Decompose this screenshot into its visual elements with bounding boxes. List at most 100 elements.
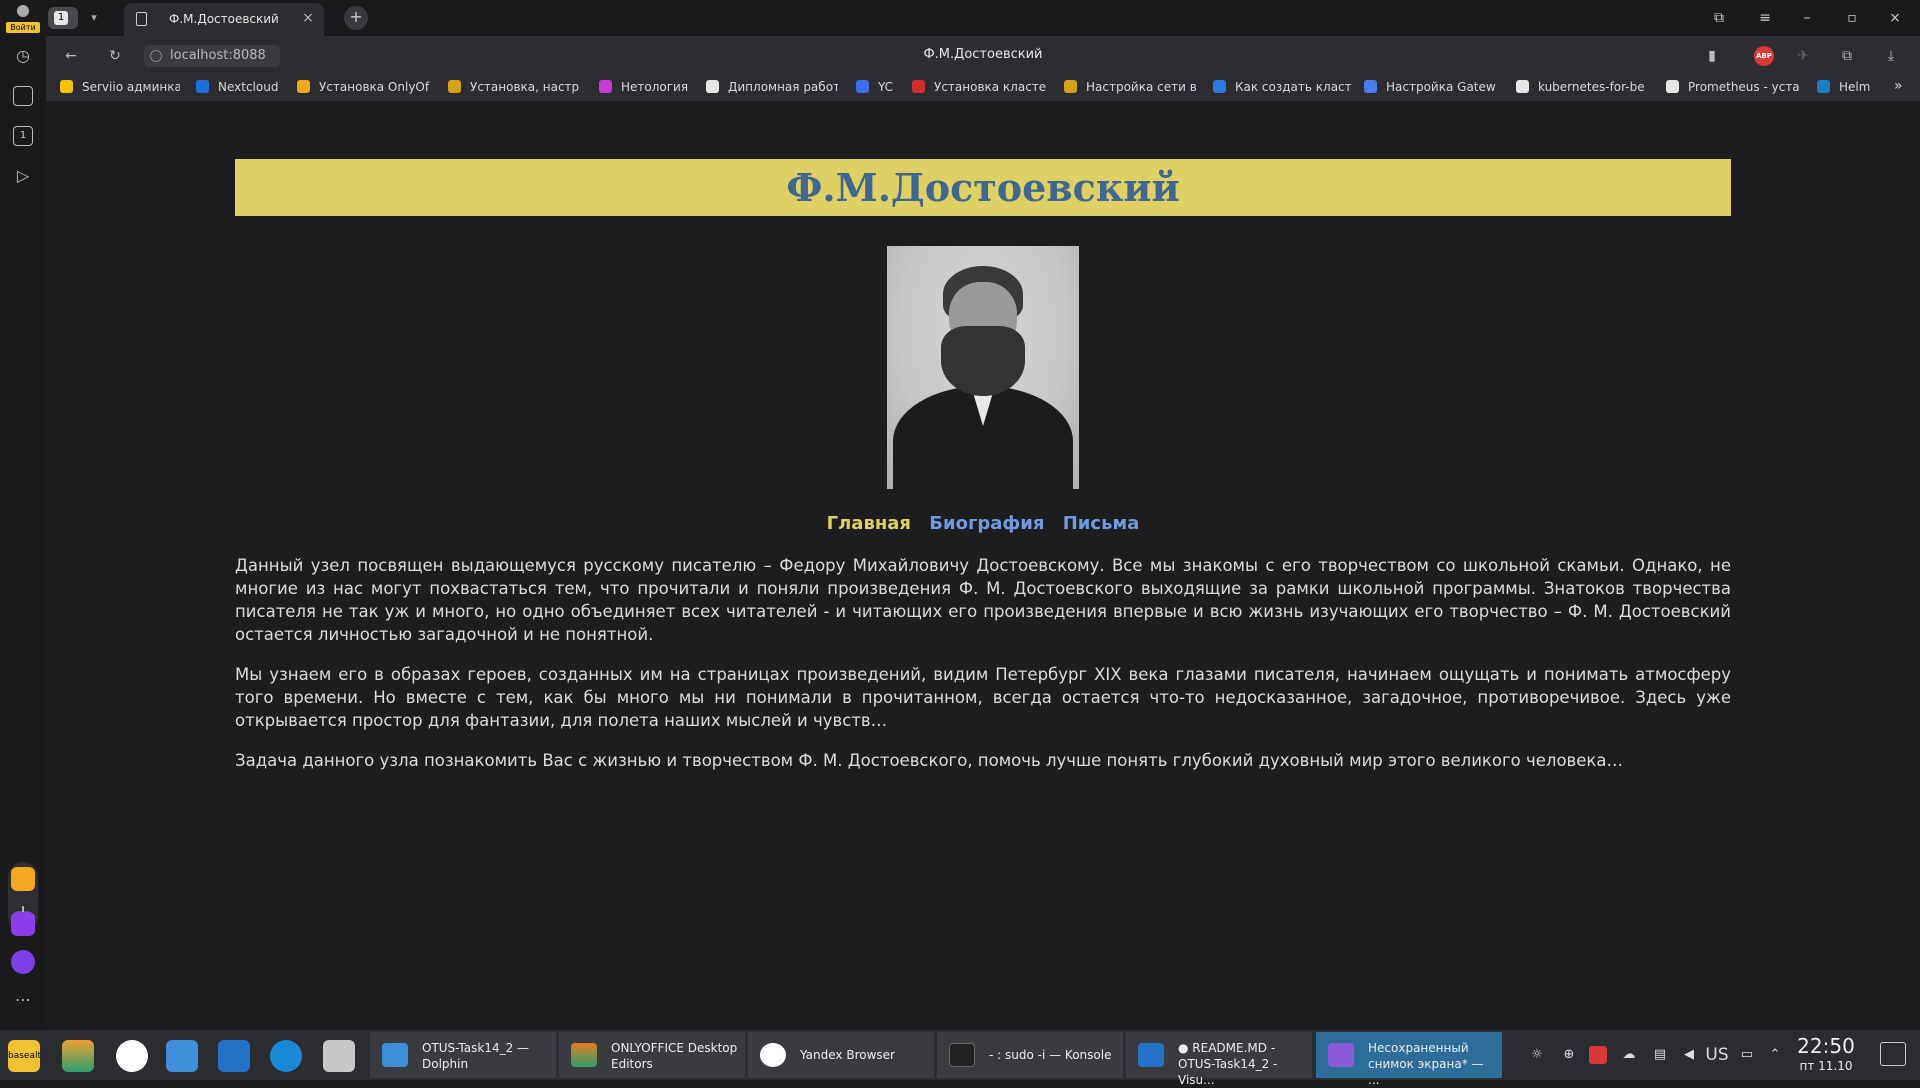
bookmark-item[interactable]: Настройка Gatew bbox=[1364, 80, 1502, 98]
cloud-icon[interactable]: ☁ bbox=[1620, 1046, 1638, 1064]
bookmark-item[interactable]: Нетология bbox=[599, 80, 709, 98]
tab-active[interactable]: Ф.М.Достоевский × bbox=[124, 3, 324, 36]
bookmark-favicon bbox=[1213, 80, 1226, 93]
login-label: Войти bbox=[6, 22, 40, 33]
bookmark-item[interactable]: Helm bbox=[1817, 80, 1887, 98]
address-bar: ← ↻ localhost:8088 Ф.М.Достоевский ▮ ABP… bbox=[46, 36, 1920, 76]
download-icon[interactable]: ⤓ bbox=[1880, 45, 1902, 67]
bookmark-label: Установка класте bbox=[934, 80, 1047, 94]
bookmark-label: Prometheus - уста bbox=[1688, 80, 1800, 94]
vscode-icon bbox=[1138, 1043, 1164, 1067]
bookmark-label: kubernetes-for-be bbox=[1538, 80, 1645, 94]
bookmark-item[interactable]: Установка класте bbox=[912, 80, 1050, 98]
task-onlyoffice[interactable]: ONLYOFFICE Desktop Editors bbox=[559, 1032, 745, 1078]
file-manager-launcher-icon[interactable] bbox=[166, 1040, 198, 1072]
close-window-icon[interactable]: × bbox=[1885, 8, 1905, 28]
bookmarks-overflow-icon[interactable]: » bbox=[1894, 78, 1914, 96]
bookmark-icon[interactable]: ▮ bbox=[1701, 45, 1723, 67]
bookmark-item[interactable]: Установка, настр bbox=[448, 80, 588, 98]
bookmark-label: Установка, настр bbox=[470, 80, 580, 94]
article-paragraph: Данный узел посвящен выдающемуся русском… bbox=[235, 556, 1731, 644]
author-portrait bbox=[887, 246, 1079, 489]
collections-icon[interactable]: ⧉ bbox=[1709, 8, 1729, 28]
nav-link-letters[interactable]: Письма bbox=[1063, 513, 1140, 534]
site-nav: Главная Биография Письма bbox=[46, 513, 1920, 534]
task-label: Несохраненный снимок экрана* — ... bbox=[1368, 1041, 1484, 1087]
mail-icon[interactable] bbox=[11, 867, 35, 891]
volume-icon[interactable]: ◀ bbox=[1680, 1046, 1698, 1064]
bookmark-label: Установка OnlyOf bbox=[319, 80, 430, 94]
alice-icon[interactable] bbox=[11, 950, 35, 974]
bookmark-favicon bbox=[1817, 80, 1830, 93]
messenger-icon[interactable] bbox=[11, 912, 35, 936]
login-button[interactable]: Войти bbox=[6, 3, 40, 33]
document-icon bbox=[136, 12, 147, 26]
page-content: Ф.М.Достоевский Главная Биография Письма… bbox=[46, 102, 1920, 1030]
bookmark-item[interactable]: Prometheus - уста bbox=[1666, 80, 1810, 98]
taskbar: basealt OTUS-Task14_2 — Dolphin ONLYOFFIC… bbox=[0, 1030, 1920, 1087]
close-tab-icon[interactable]: × bbox=[299, 9, 317, 27]
bookmark-favicon bbox=[1364, 80, 1377, 93]
vscode-launcher-icon[interactable] bbox=[218, 1040, 250, 1072]
page-heading: Ф.М.Достоевский bbox=[786, 165, 1180, 210]
browser-sidebar: ◷ 1 ▷ + ⋯ bbox=[0, 36, 46, 1030]
clipboard-icon[interactable]: ▤ bbox=[1651, 1046, 1669, 1064]
bookmark-item[interactable]: Как создать класт bbox=[1213, 80, 1360, 98]
task-konsole[interactable]: - : sudo -i — Konsole bbox=[937, 1032, 1123, 1078]
history-icon[interactable]: ◷ bbox=[11, 44, 35, 68]
bookmark-item[interactable]: Установка OnlyOf bbox=[297, 80, 431, 98]
bookmark-item[interactable]: Настройка сети в bbox=[1064, 80, 1208, 98]
more-icon[interactable]: ⋯ bbox=[11, 988, 35, 1012]
task-screenshot[interactable]: Несохраненный снимок экрана* — ... bbox=[1316, 1032, 1502, 1087]
bookmark-favicon bbox=[856, 80, 869, 93]
clock[interactable]: 22:50 пт 11.10 bbox=[1796, 1034, 1856, 1074]
display-icon[interactable]: ▭ bbox=[1738, 1046, 1756, 1064]
terminal-icon bbox=[949, 1043, 975, 1067]
new-tab-button[interactable]: + bbox=[344, 6, 368, 30]
bookmarks-panel-icon[interactable] bbox=[13, 86, 33, 106]
bookmark-item[interactable]: Serviio админка bbox=[60, 80, 180, 98]
nav-link-home[interactable]: Главная bbox=[827, 513, 911, 534]
bookmark-label: Настройка сети в bbox=[1086, 80, 1197, 94]
bookmark-item[interactable]: kubernetes-for-be bbox=[1516, 80, 1660, 98]
app-launcher-icon[interactable] bbox=[270, 1040, 302, 1072]
extensions-icon[interactable]: ⧉ bbox=[1836, 45, 1858, 67]
notifications-icon[interactable]: ☼ bbox=[1528, 1046, 1546, 1064]
show-desktop-icon[interactable] bbox=[1880, 1042, 1906, 1066]
extension-icon[interactable]: ✈ bbox=[1792, 45, 1814, 67]
update-icon[interactable]: ⊕ bbox=[1560, 1046, 1578, 1064]
bookmark-item[interactable]: Дипломная работ bbox=[706, 80, 838, 98]
browser-menu-icon[interactable]: ≡ bbox=[1755, 8, 1775, 28]
bookmark-label: Настройка Gatew bbox=[1386, 80, 1496, 94]
stacks-launcher-icon[interactable] bbox=[62, 1040, 94, 1072]
bookmark-label: Как создать класт bbox=[1235, 80, 1352, 94]
anydesk-icon[interactable] bbox=[1589, 1046, 1607, 1064]
bookmark-item[interactable]: Nextcloud bbox=[196, 80, 291, 98]
bookmark-item[interactable]: YC bbox=[856, 80, 906, 98]
bookmark-label: Нетология bbox=[621, 80, 689, 94]
yandex-launcher-icon[interactable] bbox=[116, 1040, 148, 1072]
bookmark-label: Дипломная работ bbox=[728, 80, 838, 94]
adblock-icon[interactable]: ABP bbox=[1754, 46, 1774, 66]
media-play-icon[interactable]: ▷ bbox=[11, 164, 35, 188]
tab-count: 1 bbox=[54, 11, 68, 25]
clock-time: 22:50 bbox=[1797, 1034, 1855, 1058]
clipboard-launcher-icon[interactable] bbox=[323, 1040, 355, 1072]
nav-link-biography[interactable]: Биография bbox=[929, 513, 1044, 534]
tab-menu-chevron-icon[interactable]: ▾ bbox=[84, 8, 104, 28]
task-vscode[interactable]: ● README.MD - OTUS-Task14_2 - Visu... bbox=[1126, 1032, 1312, 1087]
keyboard-layout[interactable]: US bbox=[1704, 1046, 1730, 1064]
article-paragraph: Мы узнаем его в образах героев, созданны… bbox=[235, 665, 1731, 730]
header-banner: Ф.М.Достоевский bbox=[235, 159, 1731, 216]
task-dolphin[interactable]: OTUS-Task14_2 — Dolphin bbox=[370, 1032, 556, 1078]
bookmark-favicon bbox=[196, 80, 209, 93]
article-paragraph: Задача данного узла познакомить Вас с жи… bbox=[235, 751, 1623, 770]
bookmark-favicon bbox=[60, 80, 73, 93]
start-menu-button[interactable]: basealt bbox=[8, 1040, 41, 1072]
restore-icon[interactable]: ▫ bbox=[1842, 8, 1862, 28]
minimize-icon[interactable]: – bbox=[1797, 8, 1817, 28]
task-yandex-browser[interactable]: Yandex Browser bbox=[748, 1032, 934, 1078]
tray-expand-icon[interactable]: ⌃ bbox=[1766, 1046, 1784, 1064]
tabs-panel-icon[interactable]: 1 bbox=[13, 126, 33, 146]
tab-count-button[interactable]: 1 bbox=[48, 7, 78, 29]
